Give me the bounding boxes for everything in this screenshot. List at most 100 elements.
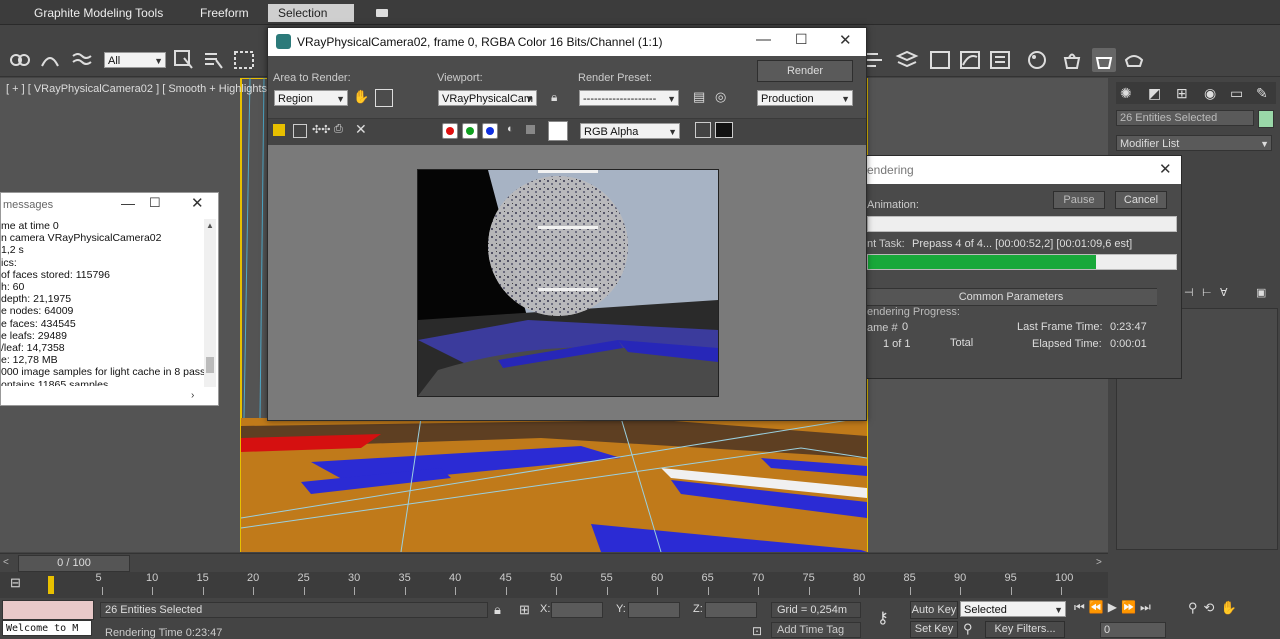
tab-freeform[interactable]: Freeform [190,4,259,22]
red-channel-toggle[interactable] [442,123,458,139]
blue-channel-toggle[interactable] [482,123,498,139]
time-tag-icon[interactable]: ⊡ [752,624,762,638]
modify-icon[interactable]: ◩ [1148,85,1161,102]
time-slider-prev-icon[interactable]: < [3,557,9,568]
hierarchy-icon[interactable]: ⊞ [1176,85,1188,102]
make-unique-icon[interactable]: ∀ [1220,286,1228,299]
lock-icon[interactable]: 🔒︎ [551,90,557,105]
key-mode-select[interactable]: Selected ▼ [960,601,1066,617]
ribbon-minimize-button[interactable] [366,4,398,22]
production-select[interactable]: Production ▼ [757,90,853,106]
rect-selection-icon[interactable] [232,48,256,72]
alpha-icon[interactable]: ◐ [507,123,514,135]
render-setup-icon[interactable]: ▤ [693,89,705,105]
scroll-thumb[interactable] [206,357,214,373]
pause-button[interactable]: Pause [1053,191,1105,209]
green-channel-toggle[interactable] [462,123,478,139]
modifier-list-select[interactable]: Modifier List ▼ [1116,135,1272,151]
scroll-right-icon[interactable]: › [191,390,194,401]
gear-icon[interactable]: ✺ [1120,85,1132,102]
set-key-button[interactable]: Set Key [910,621,958,638]
environment-icon[interactable]: ◎ [715,89,726,105]
render-setup-icon[interactable] [1060,48,1084,72]
material-editor-icon[interactable] [1025,48,1049,72]
key-filters-button[interactable]: Key Filters... [985,621,1065,638]
previous-frame-icon[interactable]: ⏪ [1089,600,1108,614]
minimize-icon[interactable]: — [756,31,771,48]
absolute-mode-icon[interactable]: ⊞ [519,602,530,618]
crop-region-icon[interactable] [375,89,393,107]
clone-frame-icon[interactable] [293,124,307,138]
tab-selection[interactable]: Selection [268,4,354,22]
color-swatch[interactable] [548,121,568,141]
current-frame-field[interactable]: 0 [1100,622,1166,638]
selection-lock-icon[interactable]: 🔒︎ [494,602,501,618]
show-frame-icon[interactable] [715,122,733,138]
time-slider-next-icon[interactable]: > [1096,557,1102,568]
auto-key-button[interactable]: Auto Key [910,601,958,619]
schematic-view-icon[interactable] [988,48,1012,72]
tracking-icon[interactable]: ✣✣ [312,123,330,136]
selection-filter-select[interactable]: All ▼ [104,52,166,68]
render-production-icon[interactable] [1122,48,1146,72]
utilities-icon[interactable]: ✎ [1256,85,1268,102]
orbit-icon[interactable]: ⟲ [1204,600,1221,615]
configure-sets-icon[interactable]: ▣ [1256,286,1266,299]
render-button[interactable]: Render [757,60,853,82]
maxscript-listener-pink[interactable] [2,600,94,620]
bind-spacewarp-icon[interactable] [70,48,94,72]
motion-icon[interactable]: ◉ [1204,85,1216,102]
key-icon[interactable]: ⚷ [877,608,889,628]
viewport-label[interactable]: [ + ] [ VRayPhysicalCamera02 ] [ Smooth … [6,83,273,95]
show-end-result-icon[interactable]: ⊢ [1202,286,1212,299]
play-icon[interactable]: ▶ [1108,600,1121,614]
x-coordinate-field[interactable] [551,602,603,618]
display-mode-icon[interactable] [695,122,711,138]
go-to-end-icon[interactable]: ⏭ [1140,600,1155,614]
messages-scrollbar[interactable]: ▲ [204,219,216,387]
select-by-name-icon[interactable] [202,48,226,72]
scroll-up-icon[interactable]: ▲ [206,221,214,230]
render-preset-select[interactable]: -------------------- ▼ [579,90,679,106]
pan-icon[interactable]: ✋ [1220,600,1242,615]
save-image-icon[interactable] [273,124,285,136]
close-icon[interactable]: ✕ [1159,160,1172,178]
channel-select[interactable]: RGB Alpha ▼ [580,123,680,139]
go-to-start-icon[interactable]: ⏮ [1074,600,1089,614]
hand-icon[interactable]: ✋ [353,89,371,107]
time-slider-track[interactable]: < 0 / 100 > [0,553,1108,572]
display-icon[interactable]: ▭ [1230,85,1243,102]
minimize-icon[interactable]: — [121,195,135,211]
mono-icon[interactable] [526,125,535,134]
clear-icon[interactable]: ✕ [355,121,367,138]
common-parameters-rollout[interactable]: Common Parameters [865,288,1157,306]
zoom-icon[interactable]: ⚲ [1188,600,1204,615]
scene-explorer-icon[interactable] [928,48,952,72]
link-icon[interactable] [8,48,32,72]
render-frame-window-icon[interactable] [1092,48,1116,72]
current-frame-marker[interactable] [48,576,54,594]
cancel-button[interactable]: Cancel [1115,191,1167,209]
close-icon[interactable]: ✕ [839,31,852,49]
z-coordinate-field[interactable] [705,602,757,618]
y-coordinate-field[interactable] [628,602,680,618]
viewport-select[interactable]: VRayPhysicalCam ▼ [438,90,537,106]
maximize-icon[interactable]: ☐ [149,195,161,211]
timeline-ruler[interactable]: 5 10 15 20 25 30 35 40 45 50 55 60 65 70 75 80 85 90 95 100 [48,571,1108,598]
maxscript-listener[interactable]: Welcome to M [2,620,92,636]
track-bar-toggle-icon[interactable]: ⊟ [10,575,30,593]
select-object-icon[interactable] [172,48,196,72]
selection-name-field[interactable]: 26 Entities Selected [1116,110,1254,126]
unlink-icon[interactable] [38,48,62,72]
object-color-swatch[interactable] [1258,110,1274,128]
close-icon[interactable]: ✕ [191,194,204,212]
curve-editor-icon[interactable] [958,48,982,72]
add-time-tag[interactable]: Add Time Tag [771,622,861,638]
layer-manager-icon[interactable] [895,48,919,72]
vfb-image-area[interactable] [268,145,866,420]
time-slider-thumb[interactable]: 0 / 100 [18,555,130,572]
print-icon[interactable]: ⎙ [334,123,343,136]
next-frame-icon[interactable]: ⏩ [1121,600,1140,614]
maximize-icon[interactable]: ☐ [795,31,808,48]
pin-stack-icon[interactable]: ⊣ [1184,286,1194,299]
